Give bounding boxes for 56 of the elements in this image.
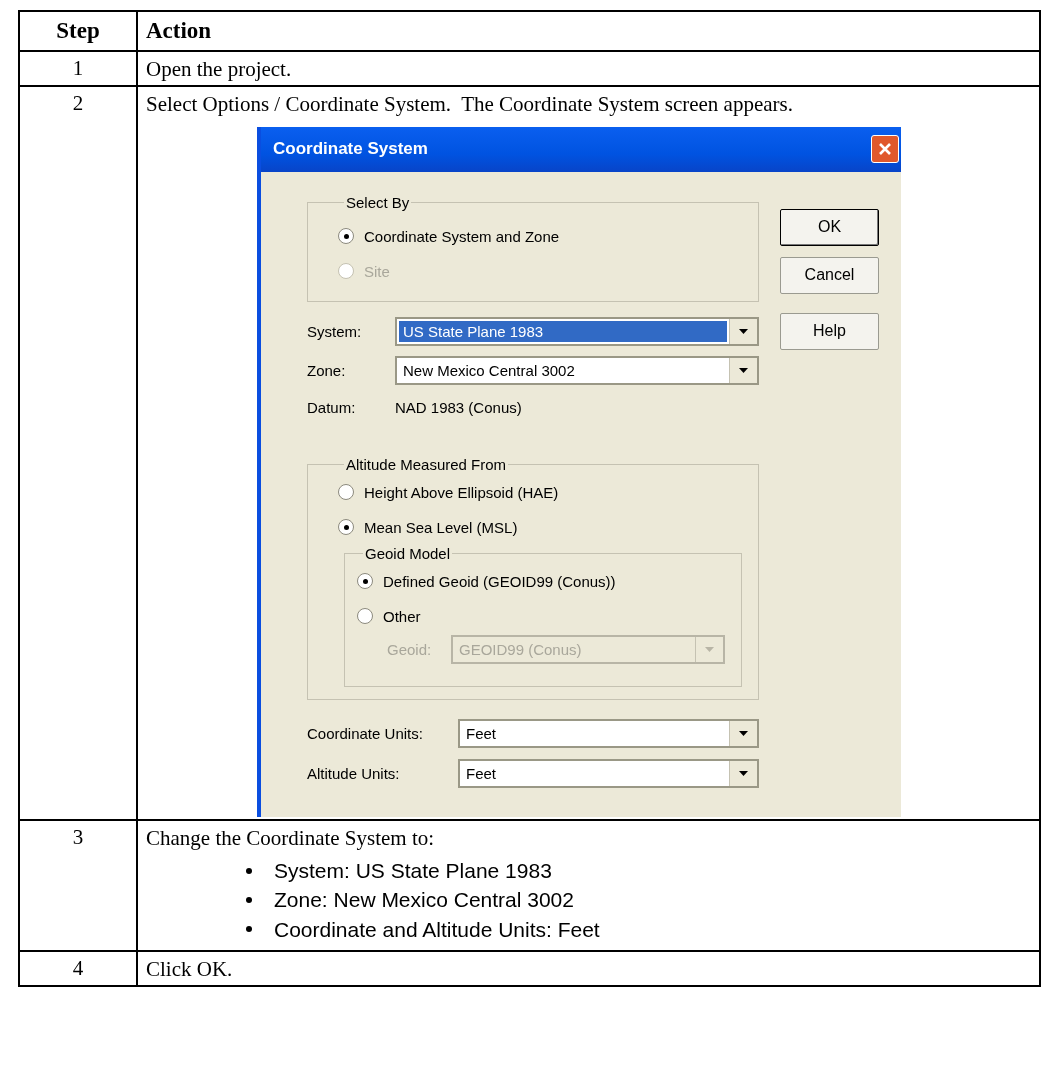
step-action: Change the Coordinate System to:	[146, 824, 436, 852]
dropdown-arrow-icon	[705, 647, 714, 653]
radio-button-icon[interactable]	[338, 228, 354, 245]
bullet-text: Zone: New Mexico Central 3002	[274, 887, 574, 914]
radio-label: Defined Geoid (GEOID99 (Conus))	[383, 572, 616, 590]
step-action: Select Options / Coordinate System. The Coordinate System screen appears.	[146, 91, 794, 119]
bullet-icon	[246, 867, 252, 874]
radio-label: Coordinate System and Zone	[364, 227, 560, 245]
step-number: 3	[19, 819, 137, 952]
radio-label: Mean Sea Level (MSL)	[364, 518, 518, 536]
group-label: Select By	[345, 193, 411, 211]
window-title: Coordinate System	[273, 139, 428, 160]
bullet-icon	[246, 896, 252, 903]
step-number: 4	[19, 951, 137, 987]
bullet-text: System: US State Plane 1983	[274, 857, 552, 884]
dropdown-arrow-icon	[739, 731, 748, 737]
radio-option[interactable]: Coordinate System and Zone	[338, 218, 758, 254]
dialog-button[interactable]: Cancel	[780, 256, 879, 294]
column-header: Action	[137, 11, 1040, 51]
dialog-button[interactable]: Help	[780, 312, 879, 350]
radio-option[interactable]: Defined Geoid (GEOID99 (Conus))	[357, 563, 725, 599]
bullet-text: Coordinate and Altitude Units: Feet	[274, 916, 600, 943]
radio-option[interactable]: Mean Sea Level (MSL)	[338, 509, 742, 545]
radio-button-icon[interactable]	[357, 573, 373, 590]
radio-label: Other	[383, 607, 421, 625]
radio-option[interactable]: Other	[357, 598, 725, 634]
field-label: Geoid:	[387, 641, 433, 659]
dialog-button[interactable]: OK	[780, 208, 879, 246]
group-label: Geoid Model	[364, 544, 452, 562]
close-icon[interactable]	[871, 135, 899, 164]
step-number: 2	[19, 86, 137, 820]
radio-option[interactable]: Height Above Ellipsoid (HAE)	[338, 474, 742, 510]
datum-value: NAD 1983 (Conus)	[395, 399, 522, 417]
radio-button-icon[interactable]	[357, 608, 373, 625]
dropdown-arrow-icon	[739, 368, 748, 374]
radio-label: Height Above Ellipsoid (HAE)	[364, 483, 559, 501]
field-label: Altitude Units:	[307, 765, 401, 783]
field-label: Datum:	[307, 399, 357, 417]
field-label: Coordinate Units:	[307, 725, 424, 743]
step-action: Click OK.	[146, 956, 234, 984]
dropdown-field[interactable]: New Mexico Central 3002	[395, 356, 759, 386]
radio-label: Site	[364, 262, 390, 280]
step-action: Open the project.	[146, 56, 293, 83]
dropdown-arrow-icon	[739, 329, 748, 335]
dropdown-field[interactable]: Feet	[458, 759, 759, 789]
radio-button-icon[interactable]	[338, 519, 354, 536]
field-label: System:	[307, 323, 363, 341]
dropdown-field[interactable]: US State Plane 1983	[395, 317, 759, 347]
column-header: Step	[19, 11, 137, 51]
radio-button-icon[interactable]	[338, 484, 354, 501]
group-label: Altitude Measured From	[345, 455, 508, 473]
dropdown-arrow-icon	[739, 771, 748, 777]
bullet-icon	[246, 926, 252, 933]
field-label: Zone:	[307, 362, 347, 380]
step-number: 1	[19, 51, 137, 87]
dropdown-field[interactable]: Feet	[458, 719, 759, 749]
